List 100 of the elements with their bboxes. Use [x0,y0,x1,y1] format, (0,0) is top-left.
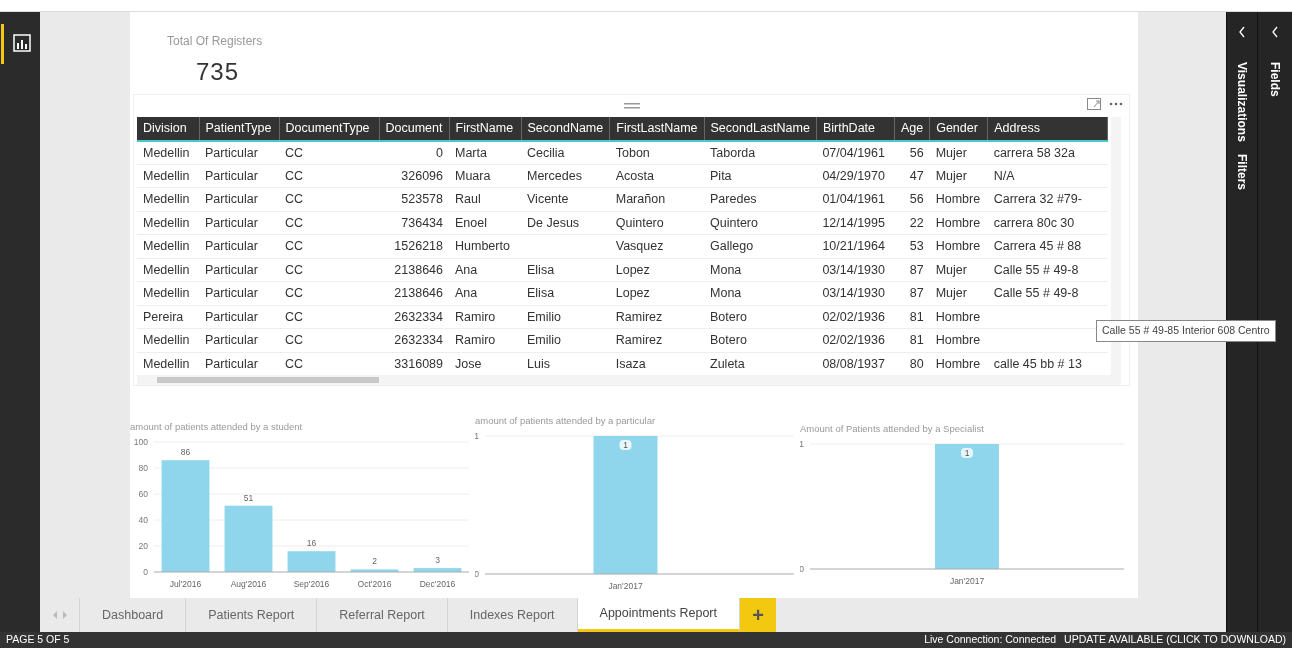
table-cell: 81 [909,309,924,324]
data-label: 2 [372,556,377,567]
table-cell: Particular [205,262,258,277]
drag-handle-icon[interactable] [623,102,640,109]
table-cell: Particular [205,239,258,254]
table-cell: CC [285,145,304,160]
table-cell: Isaza [615,356,646,371]
table-cell: 2632334 [394,333,443,348]
axis-tick-label: 0 [800,564,804,575]
table-cell: 47 [909,168,924,183]
pane-toggle[interactable]: Visualizations [1233,56,1251,148]
table-cell: Acosta [615,168,654,183]
table-cell: 08/08/1937 [822,356,885,371]
table-cell: Emilio [527,333,562,348]
table-cell: Medellin [143,356,190,371]
table-cell: 53 [909,239,924,254]
table-cell: CC [285,333,304,348]
table-cell: Botero [710,309,747,324]
bar[interactable] [413,568,462,573]
table-cell: 0 [436,145,443,160]
pane-toggle[interactable]: Filters [1233,147,1251,196]
data-label: 51 [243,492,254,503]
table-cell: Tobon [615,145,650,160]
axis-tick-label: 60 [138,489,148,500]
data-label: 1 [619,440,632,451]
table-cell: Pita [710,168,732,183]
bar[interactable] [935,444,999,570]
collapse-icon[interactable] [1238,26,1246,38]
table-cell: 87 [909,286,924,301]
table-cell: Medellin [143,145,190,160]
axis-tick-label: 0 [475,569,479,580]
bar-chart-icon [12,34,31,52]
axis-tick-label: 20 [138,541,148,552]
bar[interactable] [224,505,273,573]
table-cell: CC [285,192,304,207]
table-cell: 22 [909,215,924,230]
table-cell: Mujer [935,286,967,301]
table-cell: carrera 58 32a [993,145,1075,160]
table-cell: Mercedes [527,168,582,183]
page-tab[interactable]: Appointments Report [577,598,740,632]
axis-category-label: Oct'2016 [357,579,392,590]
table-cell: Vicente [527,192,569,207]
connection-status: Live Connection: Connected [924,632,1057,648]
update-link[interactable]: UPDATE AVAILABLE (CLICK TO DOWNLOAD) [1064,632,1286,648]
table-cell: 56 [909,145,924,160]
table-cell: Hombre [935,356,981,371]
axis-category-label: Jan'2017 [949,576,985,587]
table-cell: 81 [909,333,924,348]
axis-category-label: Sep'2016 [293,579,330,590]
focus-mode-icon[interactable] [1087,98,1101,110]
chart-title: Amount of Patients attended by a Specialist [800,422,985,436]
table-cell: Hombre [935,333,981,348]
bar[interactable] [593,436,658,575]
previous-page-icon[interactable] [51,611,58,619]
table-cell: Ramiro [455,309,496,324]
table-cell: CC [285,262,304,277]
axis-tick-label: 0 [143,567,148,578]
axis-category-label: Jan'2017 [608,581,643,592]
bar[interactable] [161,460,210,573]
add-page-button[interactable]: + [740,598,776,632]
table-cell: CC [285,356,304,371]
table-cell: Hombre [935,215,981,230]
axis-category-label: Aug'2016 [230,579,267,590]
collapse-icon[interactable] [1271,26,1279,38]
axis-category-label: Jul'2016 [169,579,202,590]
table-cell: 80 [909,356,924,371]
table-cell: Taborda [710,145,756,160]
table-cell: CC [285,215,304,230]
table-cell: Ana [455,262,478,277]
next-page-icon[interactable] [61,611,68,619]
bar[interactable] [287,551,336,573]
more-options-icon[interactable] [1109,102,1123,106]
bar[interactable] [350,569,399,573]
table-cell: Particular [205,356,258,371]
table-cell: Cecilia [527,145,565,160]
table-cell: 10/21/1964 [822,239,885,254]
table-cell: Emilio [527,309,562,324]
table-cell: Ramiro [455,333,496,348]
table-cell: Gallego [710,239,754,254]
data-label: 1 [961,448,973,459]
table-cell: Ana [455,286,478,301]
table-cell: Paredes [710,192,757,207]
table-cell: 523578 [401,192,443,207]
table-cell: Quintero [615,215,664,230]
table-cell: Mujer [935,262,967,277]
pane-toggle[interactable]: Fields [1266,56,1284,103]
table-cell: 2138646 [394,286,443,301]
axis-category-label: Dec'2016 [419,579,456,590]
table-cell: Particular [205,168,258,183]
table-cell: Raul [455,192,481,207]
chart-title: amount of patients attended by a student [130,420,304,434]
axis-tick-label: 40 [138,515,148,526]
horizontal-scrollbar[interactable] [137,375,1121,385]
table-cell: Zuleta [710,356,745,371]
table-cell: Particular [205,309,258,324]
table-cell: Mona [710,286,742,301]
table-cell: N/A [993,168,1015,183]
table-cell: 1526218 [394,239,443,254]
table-cell: 326096 [401,168,443,183]
table-cell: Carrera 32 #79- [993,192,1082,207]
